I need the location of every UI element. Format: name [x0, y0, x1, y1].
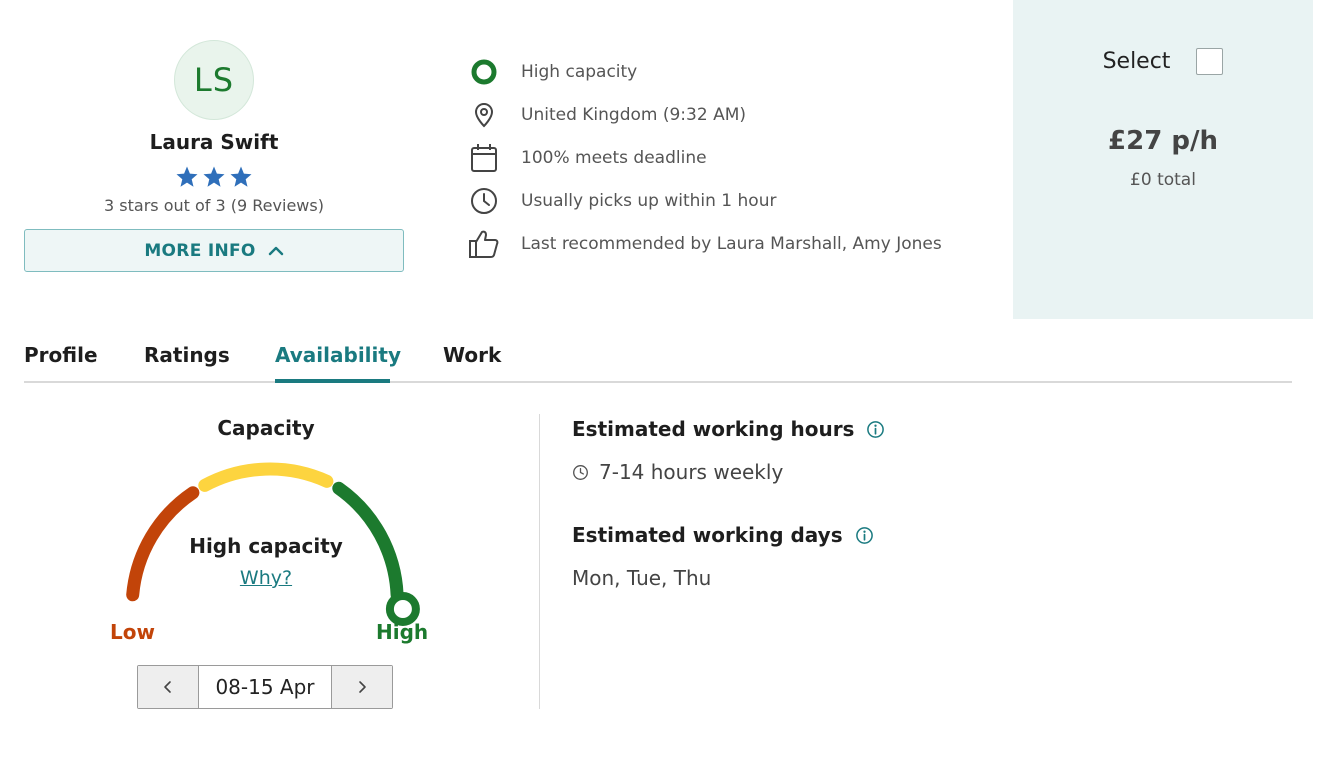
select-row: Select	[1013, 48, 1313, 75]
page: LS Laura Swift 3 stars out of 3 (9 Revie…	[0, 0, 1322, 761]
tab-bar: Profile Ratings Availability Work	[24, 339, 1292, 383]
working-days-value: Mon, Tue, Thu	[572, 566, 712, 590]
star-rating	[175, 164, 253, 190]
date-navigator: 08-15 Apr	[137, 665, 393, 709]
select-label: Select	[1102, 49, 1171, 74]
select-panel: Select £27 p/h £0 total	[1013, 0, 1313, 319]
clock-icon	[467, 184, 501, 218]
gauge-high-label: High	[376, 620, 429, 644]
feature-text: United Kingdom (9:32 AM)	[521, 104, 746, 125]
star-icon	[230, 166, 252, 187]
location-pin-icon	[467, 98, 501, 132]
tab-profile[interactable]: Profile	[24, 339, 144, 381]
capacity-section: Capacity High capacity Why? Low High 08-…	[24, 410, 508, 720]
chevron-left-icon	[164, 681, 171, 693]
working-estimates: Estimated working hours 7-14 hours weekl…	[572, 414, 885, 593]
tab-work[interactable]: Work	[443, 339, 523, 381]
star-icon	[203, 166, 225, 187]
select-checkbox[interactable]	[1196, 48, 1224, 75]
working-hours-value: 7-14 hours weekly	[599, 460, 784, 484]
rating-text: 3 stars out of 3 (9 Reviews)	[104, 196, 324, 215]
feature-location: United Kingdom (9:32 AM)	[467, 93, 942, 136]
gauge-marker	[385, 592, 420, 626]
feature-capacity: High capacity	[467, 50, 942, 93]
avatar: LS	[174, 40, 254, 120]
more-info-button[interactable]: MORE INFO	[24, 229, 404, 272]
more-info-label: MORE INFO	[144, 240, 256, 261]
total-cost: £0 total	[1130, 170, 1196, 190]
feature-pickup: Usually picks up within 1 hour	[467, 179, 942, 222]
feature-text: High capacity	[521, 61, 638, 82]
vertical-divider	[539, 414, 540, 709]
capacity-ring-icon	[467, 55, 501, 89]
feature-deadline: 100% meets deadline	[467, 136, 942, 179]
hourly-rate: £27 p/h	[1108, 126, 1218, 156]
capacity-title: Capacity	[217, 416, 315, 440]
working-hours-heading: Estimated working hours	[572, 414, 885, 444]
next-week-button[interactable]	[332, 666, 392, 708]
clock-icon	[573, 464, 588, 480]
chevron-up-icon	[268, 246, 283, 255]
gauge-low-label: Low	[110, 620, 155, 644]
info-icon[interactable]	[855, 526, 874, 545]
profile-summary: LS Laura Swift 3 stars out of 3 (9 Revie…	[24, 40, 404, 272]
feature-recommended: Last recommended by Laura Marshall, Amy …	[467, 222, 942, 265]
date-range: 08-15 Apr	[198, 666, 332, 708]
info-icon[interactable]	[866, 420, 885, 439]
calendar-icon	[467, 141, 501, 175]
working-days-title: Estimated working days	[572, 523, 843, 547]
feature-list: High capacity United Kingdom (9:32 AM) 1…	[467, 50, 942, 265]
previous-week-button[interactable]	[138, 666, 198, 708]
chevron-right-icon	[359, 681, 366, 693]
feature-text: Last recommended by Laura Marshall, Amy …	[521, 233, 942, 254]
working-hours-title: Estimated working hours	[572, 417, 855, 441]
feature-text: 100% meets deadline	[521, 147, 707, 168]
thumbs-up-icon	[467, 227, 501, 261]
gauge-medium-arc	[198, 462, 334, 492]
working-hours-row: 7-14 hours weekly	[572, 457, 885, 487]
tab-availability[interactable]: Availability	[275, 339, 401, 383]
capacity-level-label: High capacity	[189, 534, 343, 558]
feature-text: Usually picks up within 1 hour	[521, 190, 777, 211]
star-icon	[176, 166, 198, 187]
tab-ratings[interactable]: Ratings	[144, 339, 275, 381]
why-link[interactable]: Why?	[24, 567, 508, 589]
working-days-heading: Estimated working days	[572, 520, 885, 550]
profile-name: Laura Swift	[149, 130, 279, 154]
